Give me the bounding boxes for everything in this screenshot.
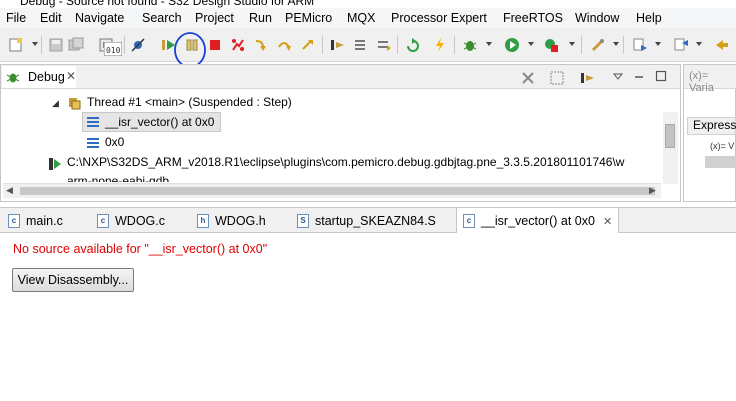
debug-row-isr-vector: __isr_vector() at 0x0: [105, 115, 215, 129]
debug-row-gdb[interactable]: arm-none-eabi-gdb: [67, 176, 169, 182]
tab-isr-vector[interactable]: c __isr_vector() at 0x0 ✕: [456, 208, 620, 234]
instruction-stepping-icon[interactable]: [330, 37, 346, 53]
no-source-message: No source available for "__isr_vector() …: [13, 242, 268, 256]
menu-edit[interactable]: Edit: [40, 11, 62, 25]
terminate-icon[interactable]: [207, 37, 223, 53]
tab-wdog-c-label: WDOG.c: [115, 213, 165, 228]
editor-tab-bar: c main.c c WDOG.c h WDOG.h S startup_SKE…: [0, 207, 736, 234]
menu-navigate[interactable]: Navigate: [75, 11, 124, 25]
step-over-icon[interactable]: [276, 37, 292, 53]
view-menu-icon[interactable]: [612, 71, 624, 83]
skip-breakpoints-icon[interactable]: [130, 37, 146, 53]
c-file-icon: c: [8, 213, 20, 228]
menu-search[interactable]: Search: [142, 11, 182, 25]
external-tools-icon[interactable]: [543, 37, 559, 53]
new-dropdown-icon[interactable]: [32, 42, 38, 46]
tab-main-c[interactable]: c main.c: [8, 208, 63, 233]
minimize-icon[interactable]: [633, 71, 645, 83]
collapse-icon[interactable]: [549, 70, 565, 86]
disassembly-icon[interactable]: 010: [104, 41, 122, 57]
debug-vertical-scrollbar[interactable]: [663, 112, 678, 184]
tab-variables[interactable]: (x)= Varia: [689, 70, 736, 94]
view-disassembly-button[interactable]: View Disassembly...: [12, 268, 134, 292]
tab-debug[interactable]: Debug ✕: [2, 66, 76, 88]
menu-window[interactable]: Window: [575, 11, 619, 25]
lightning-icon[interactable]: [432, 37, 448, 53]
menu-pemicro[interactable]: PEMicro: [285, 11, 332, 25]
step-into-icon[interactable]: [253, 37, 269, 53]
run-icon[interactable]: [504, 37, 520, 53]
debug-row-address[interactable]: 0x0: [105, 135, 124, 149]
debug-dropdown-icon[interactable]: [486, 42, 492, 46]
menu-help[interactable]: Help: [636, 11, 662, 25]
debug-icon[interactable]: [462, 37, 478, 53]
close-icon[interactable]: ✕: [603, 215, 612, 228]
tab-startup-s[interactable]: S startup_SKEAZN84.S: [297, 208, 436, 233]
expressions-label: Express: [693, 118, 736, 132]
use-step-filters-icon[interactable]: [376, 37, 392, 53]
menu-run[interactable]: Run: [249, 11, 272, 25]
save-icon[interactable]: [48, 37, 64, 53]
scroll-left-icon[interactable]: ◀: [6, 185, 13, 196]
disconnect-icon[interactable]: [230, 37, 246, 53]
scroll-thumb[interactable]: [20, 187, 655, 195]
process-icon: [49, 158, 61, 170]
menu-mqx[interactable]: MQX: [347, 11, 375, 25]
build-dropdown-icon[interactable]: [613, 42, 619, 46]
next-annotation-icon[interactable]: [632, 37, 648, 53]
bug-icon: [6, 73, 20, 83]
debug-row-thread[interactable]: Thread #1 <main> (Suspended : Step): [87, 95, 292, 109]
asm-file-icon: S: [297, 213, 309, 228]
tab-wdog-h-label: WDOG.h: [215, 213, 266, 228]
restart-icon[interactable]: [405, 37, 421, 53]
window-titlebar: Debug - Source not found - S32 Design St…: [0, 0, 736, 8]
editor-area: [0, 233, 736, 401]
menu-project[interactable]: Project: [195, 11, 234, 25]
variable-row[interactable]: (x)= V: [710, 141, 734, 151]
expand-toggle-icon[interactable]: ◢: [52, 98, 59, 109]
c-file-icon: c: [463, 214, 475, 228]
stack-frame-icon: [87, 138, 99, 148]
debug-row-gdb-clipped: arm-none-eabi-gdb: [50, 176, 200, 182]
tab-main-c-label: main.c: [26, 213, 63, 228]
variables-scroll-thumb[interactable]: [705, 156, 736, 168]
run-dropdown-icon[interactable]: [528, 42, 534, 46]
c-file-icon: c: [97, 213, 109, 228]
h-file-icon: h: [197, 213, 209, 228]
thread-icon: [69, 98, 81, 110]
next-annotation-dropdown-icon[interactable]: [655, 42, 661, 46]
build-icon[interactable]: [590, 37, 606, 53]
tab-isr-vector-label: __isr_vector() at 0x0: [481, 214, 595, 228]
new-icon[interactable]: [8, 37, 24, 53]
scroll-thumb[interactable]: [665, 124, 675, 148]
tab-debug-label: Debug: [28, 70, 65, 84]
main-toolbar: 010: [0, 28, 736, 72]
maximize-icon[interactable]: [655, 70, 667, 82]
remove-terminated-icon[interactable]: [520, 70, 536, 86]
external-tools-dropdown-icon[interactable]: [569, 42, 575, 46]
menu-processor-expert[interactable]: Processor Expert: [391, 11, 487, 25]
menu-file[interactable]: File: [6, 11, 26, 25]
tab-wdog-c[interactable]: c WDOG.c: [97, 208, 165, 233]
step-mode-icon[interactable]: [580, 70, 596, 86]
svg-text:010: 010: [106, 46, 121, 55]
menu-bar: File Edit Navigate Search Project Run PE…: [0, 8, 736, 28]
window-title: Debug - Source not found - S32 Design St…: [20, 0, 315, 8]
debug-horizontal-scrollbar[interactable]: ◀ ▶: [3, 183, 661, 198]
save-all-icon[interactable]: [68, 37, 84, 53]
close-icon[interactable]: ✕: [66, 69, 76, 83]
scroll-right-icon[interactable]: ▶: [649, 185, 656, 196]
drop-to-frame-icon[interactable]: [353, 37, 369, 53]
debug-view-header: [1, 65, 680, 89]
step-return-icon[interactable]: [300, 37, 316, 53]
menu-freertos[interactable]: FreeRTOS: [503, 11, 563, 25]
stack-frame-icon: [87, 117, 99, 127]
prev-annotation-icon[interactable]: [673, 37, 689, 53]
back-icon[interactable]: [714, 37, 730, 53]
debug-row-process-path[interactable]: C:\NXP\S32DS_ARM_v2018.R1\eclipse\plugin…: [67, 155, 624, 169]
tab-startup-s-label: startup_SKEAZN84.S: [315, 213, 436, 228]
tab-wdog-h[interactable]: h WDOG.h: [197, 208, 266, 233]
prev-annotation-dropdown-icon[interactable]: [696, 42, 702, 46]
